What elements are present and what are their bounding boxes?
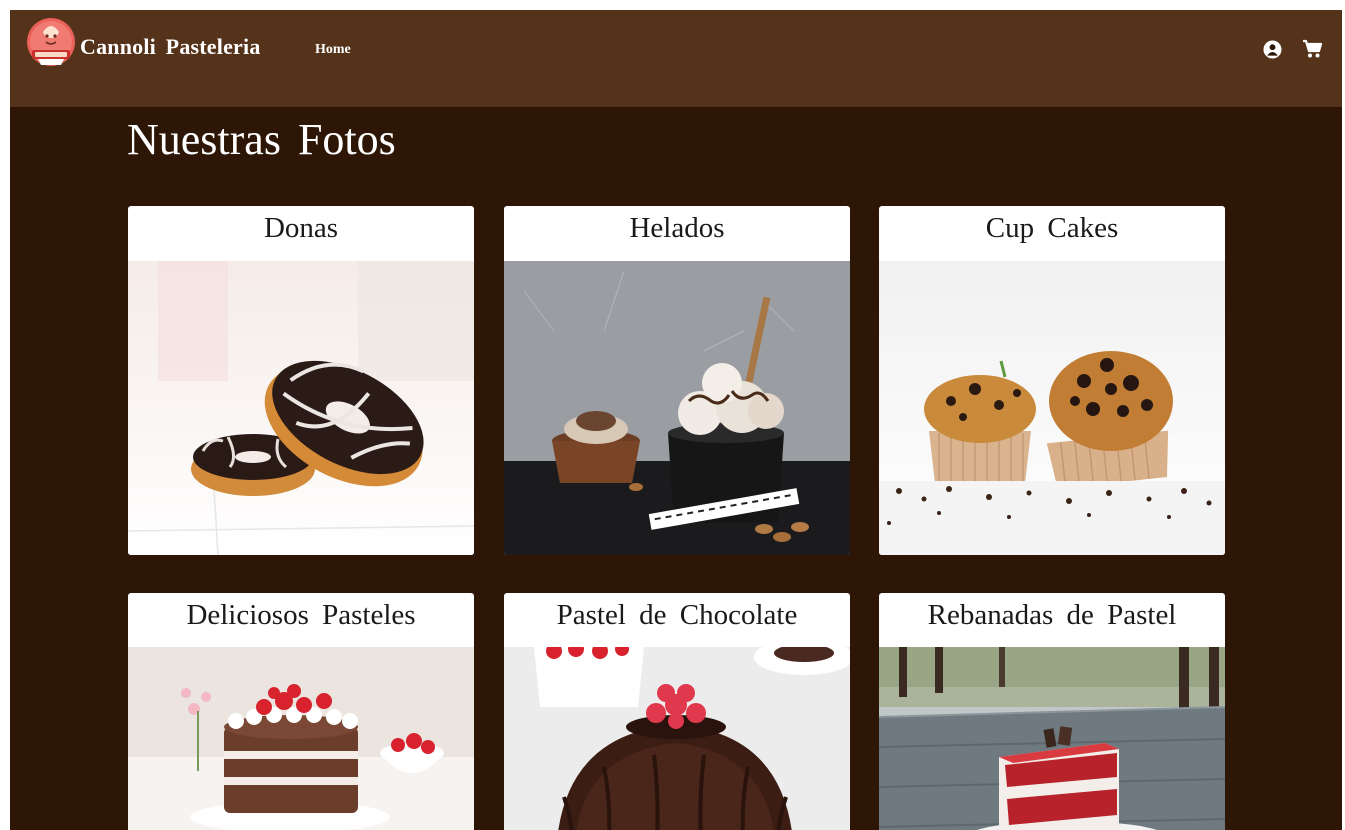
- gallery-card-donas[interactable]: Donas: [128, 206, 474, 555]
- page: Cannoli Pasteleria Home Nuestras Fotos D…: [10, 10, 1342, 830]
- ice-cream-photo: [504, 261, 850, 555]
- navbar: Cannoli Pasteleria Home: [10, 10, 1342, 107]
- page-title: Nuestras Fotos: [127, 115, 396, 164]
- gallery-card-cup-cakes[interactable]: Cup Cakes: [879, 206, 1225, 555]
- donuts-photo: [128, 261, 474, 555]
- logo-icon[interactable]: [26, 12, 76, 72]
- cart-icon[interactable]: [1302, 39, 1322, 59]
- user-icon[interactable]: [1263, 40, 1282, 59]
- card-title: Deliciosos Pasteles: [186, 599, 416, 631]
- cupcakes-photo: [879, 261, 1225, 555]
- chocolate-cake-photo: [504, 647, 850, 830]
- card-title: Cup Cakes: [985, 212, 1119, 244]
- gallery-card-pastel-de-chocolate[interactable]: Pastel de Chocolate: [504, 593, 850, 830]
- gallery-card-deliciosos-pasteles[interactable]: Deliciosos Pasteles: [128, 593, 474, 830]
- strawberry-cake-photo: [128, 647, 474, 830]
- brand-name[interactable]: Cannoli Pasteleria: [80, 34, 261, 60]
- cake-slice-photo: [879, 647, 1225, 830]
- gallery-card-helados[interactable]: Helados: [504, 206, 850, 555]
- card-title: Pastel de Chocolate: [556, 599, 798, 631]
- gallery-card-rebanadas-de-pastel[interactable]: Rebanadas de Pastel: [879, 593, 1225, 830]
- card-title: Donas: [263, 212, 339, 244]
- card-title: Rebanadas de Pastel: [927, 599, 1177, 631]
- card-title: Helados: [629, 212, 725, 244]
- nav-link-home[interactable]: Home: [315, 42, 351, 58]
